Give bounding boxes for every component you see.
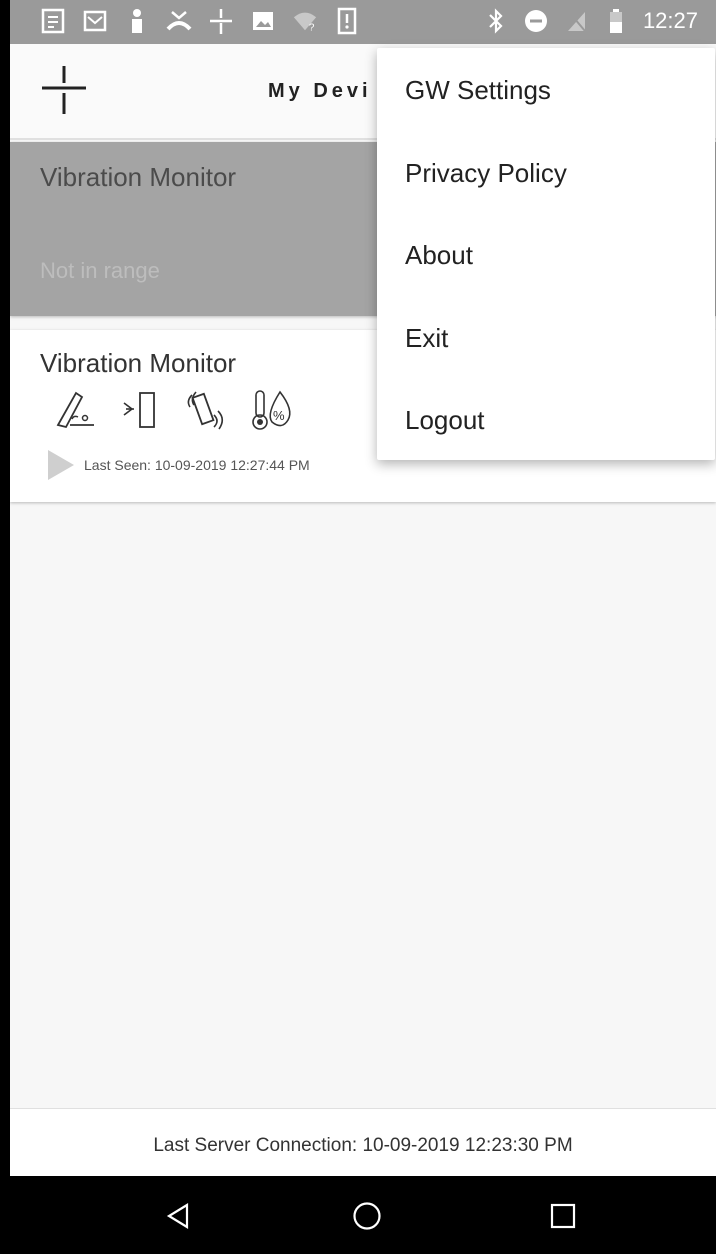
no-sim-icon [563, 6, 589, 36]
image-icon [250, 6, 276, 36]
home-icon[interactable] [347, 1198, 387, 1234]
menu-item-logout[interactable]: Logout [405, 400, 485, 440]
device-name: Vibration Monitor [40, 162, 237, 192]
tilt-sensor-icon [54, 389, 98, 436]
status-bar: ? 12:27 [10, 0, 716, 44]
sensor-icons: % [54, 388, 296, 437]
overflow-menu: GW Settings Privacy Policy About Exit Lo… [377, 48, 715, 460]
battery-icon [603, 6, 629, 36]
person-icon [124, 6, 150, 36]
recents-icon[interactable] [543, 1198, 583, 1234]
svg-text:%: % [273, 408, 285, 423]
last-seen-row: Last Seen: 10-09-2019 12:27:44 PM [48, 450, 310, 480]
proximity-sensor-icon [122, 389, 160, 436]
navigation-bar [10, 1176, 716, 1254]
vibration-sensor-icon [184, 389, 226, 436]
temperature-humidity-icon: % [250, 388, 296, 437]
menu-item-privacy-policy[interactable]: Privacy Policy [405, 153, 567, 193]
mail-icon [82, 6, 108, 36]
menu-item-about[interactable]: About [405, 235, 473, 275]
phone-alert-icon [334, 6, 360, 36]
device-status: Not in range [40, 258, 160, 283]
page-title: My Devi [268, 80, 372, 102]
last-server-connection: Last Server Connection: 10-09-2019 12:23… [153, 1135, 573, 1156]
back-icon[interactable] [158, 1198, 198, 1234]
footer: Last Server Connection: 10-09-2019 12:23… [10, 1108, 716, 1177]
device-name: Vibration Monitor [40, 348, 237, 378]
last-seen-text: Last Seen: 10-09-2019 12:27:44 PM [84, 457, 310, 473]
missed-call-icon [166, 6, 192, 36]
play-icon[interactable] [48, 450, 74, 480]
app-screen: ? 12:27 My Devi Vibration Monitor Not in… [10, 0, 716, 1254]
app-logo-icon[interactable] [40, 64, 88, 116]
svg-text:?: ? [309, 22, 315, 33]
wifi-question-icon: ? [292, 6, 318, 36]
menu-item-exit[interactable]: Exit [405, 318, 448, 358]
bluetooth-icon [483, 6, 509, 36]
menu-item-gw-settings[interactable]: GW Settings [405, 70, 551, 110]
status-clock: 12:27 [642, 8, 698, 33]
notes-icon [40, 6, 66, 36]
do-not-disturb-icon [523, 6, 549, 36]
app-logo-icon [208, 6, 234, 36]
